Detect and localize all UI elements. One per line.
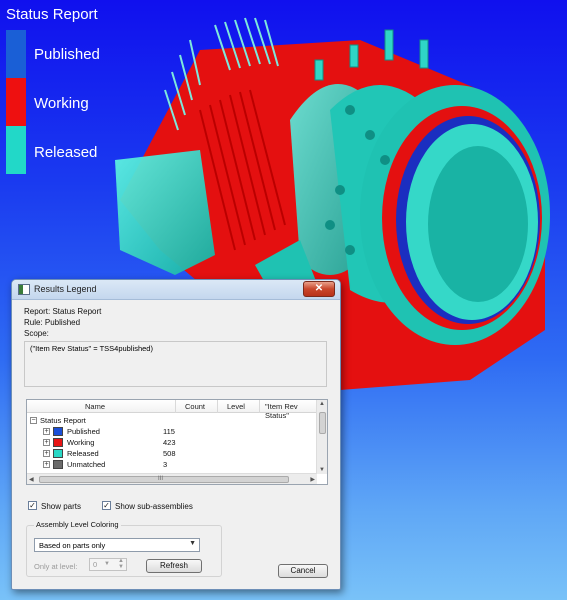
dialog-title: Results Legend bbox=[34, 284, 97, 294]
tree-root-label: Status Report bbox=[40, 416, 86, 425]
row-name: Published bbox=[67, 427, 100, 436]
column-header-count[interactable]: Count bbox=[185, 402, 205, 411]
only-at-level-label: Only at level: bbox=[34, 562, 78, 571]
scroll-up-icon[interactable]: ▲ bbox=[319, 401, 325, 407]
vertical-scrollbar[interactable]: ▲ ▼ bbox=[316, 400, 327, 474]
legend-swatch-working bbox=[6, 78, 26, 126]
dialog-titlebar[interactable]: Results Legend ✕ bbox=[12, 280, 340, 300]
viewport-legend-title: Status Report bbox=[6, 6, 98, 23]
scroll-right-icon[interactable]: ▶ bbox=[310, 476, 315, 483]
chevron-down-icon: ▼ bbox=[104, 561, 110, 567]
status-color-swatch bbox=[53, 427, 63, 436]
report-line: Report: Status Report bbox=[24, 307, 102, 316]
column-header-level[interactable]: Level bbox=[227, 402, 245, 411]
show-parts-label: Show parts bbox=[41, 502, 82, 511]
scope-text: ("Item Rev Status" = TSS4published) bbox=[30, 344, 153, 353]
show-subassemblies-checkbox[interactable]: ✓ bbox=[102, 501, 111, 510]
level-value: 0 bbox=[93, 560, 98, 569]
show-parts-checkbox[interactable]: ✓ bbox=[28, 501, 37, 510]
expand-icon[interactable]: + bbox=[43, 428, 50, 435]
spinner-arrows-icon[interactable]: ▲ ▼ bbox=[118, 558, 124, 570]
coloring-mode-select[interactable]: Based on parts only ▼ bbox=[34, 538, 200, 552]
tree-row-unmatched[interactable]: + Unmatched 3 bbox=[27, 459, 317, 470]
scroll-left-icon[interactable]: ◀ bbox=[29, 476, 34, 483]
scroll-thumb[interactable] bbox=[319, 412, 326, 434]
show-subassemblies-label: Show sub-assemblies bbox=[115, 502, 193, 511]
refresh-button[interactable]: Refresh bbox=[146, 559, 202, 573]
legend-label-published: Published bbox=[34, 46, 100, 63]
expand-icon[interactable]: + bbox=[43, 450, 50, 457]
scroll-thumb[interactable]: III bbox=[39, 476, 289, 483]
close-button[interactable]: ✕ bbox=[303, 281, 335, 297]
row-name: Released bbox=[67, 449, 99, 458]
level-spinner[interactable]: 0 ▼ ▲ ▼ bbox=[89, 558, 127, 571]
rule-line: Rule: Published bbox=[24, 318, 81, 327]
tree-root-row[interactable]: − Status Report bbox=[27, 415, 317, 426]
tree-row-working[interactable]: + Working 423 bbox=[27, 437, 317, 448]
tree-row-published[interactable]: + Published 115 bbox=[27, 426, 317, 437]
row-count: 423 bbox=[163, 438, 176, 447]
expand-icon[interactable]: + bbox=[43, 439, 50, 446]
legend-label-working: Working bbox=[34, 95, 89, 112]
expand-icon[interactable]: + bbox=[43, 461, 50, 468]
row-name: Unmatched bbox=[67, 460, 106, 469]
legend-label-released: Released bbox=[34, 144, 98, 161]
status-color-swatch bbox=[53, 449, 63, 458]
results-legend-dialog: Results Legend ✕ Report: Status Report R… bbox=[11, 279, 341, 590]
window-icon bbox=[18, 284, 30, 295]
coloring-mode-value: Based on parts only bbox=[39, 541, 106, 550]
horizontal-scrollbar[interactable]: ◀ III ▶ bbox=[27, 473, 317, 484]
status-color-swatch bbox=[53, 460, 63, 469]
group-title: Assembly Level Coloring bbox=[34, 520, 121, 529]
thumb-grip: III bbox=[158, 476, 164, 482]
tree-header: Name Count Level "Item Rev Status" bbox=[27, 400, 317, 420]
legend-swatch-released bbox=[6, 126, 26, 174]
row-count: 508 bbox=[163, 449, 176, 458]
chevron-down-icon: ▼ bbox=[189, 540, 196, 547]
row-name: Working bbox=[67, 438, 95, 447]
row-count: 115 bbox=[163, 427, 175, 436]
scroll-down-icon[interactable]: ▼ bbox=[319, 467, 325, 473]
column-header-name[interactable]: Name bbox=[85, 402, 105, 411]
scope-text-box: ("Item Rev Status" = TSS4published) bbox=[24, 341, 327, 387]
cancel-button[interactable]: Cancel bbox=[278, 564, 328, 578]
status-color-swatch bbox=[53, 438, 63, 447]
scope-label: Scope: bbox=[24, 329, 49, 338]
legend-swatch-published bbox=[6, 30, 26, 78]
tree-row-released[interactable]: + Released 508 bbox=[27, 448, 317, 459]
collapse-icon[interactable]: − bbox=[30, 417, 37, 424]
row-count: 3 bbox=[163, 460, 168, 469]
results-tree[interactable]: Name Count Level "Item Rev Status" − Sta… bbox=[26, 399, 328, 485]
